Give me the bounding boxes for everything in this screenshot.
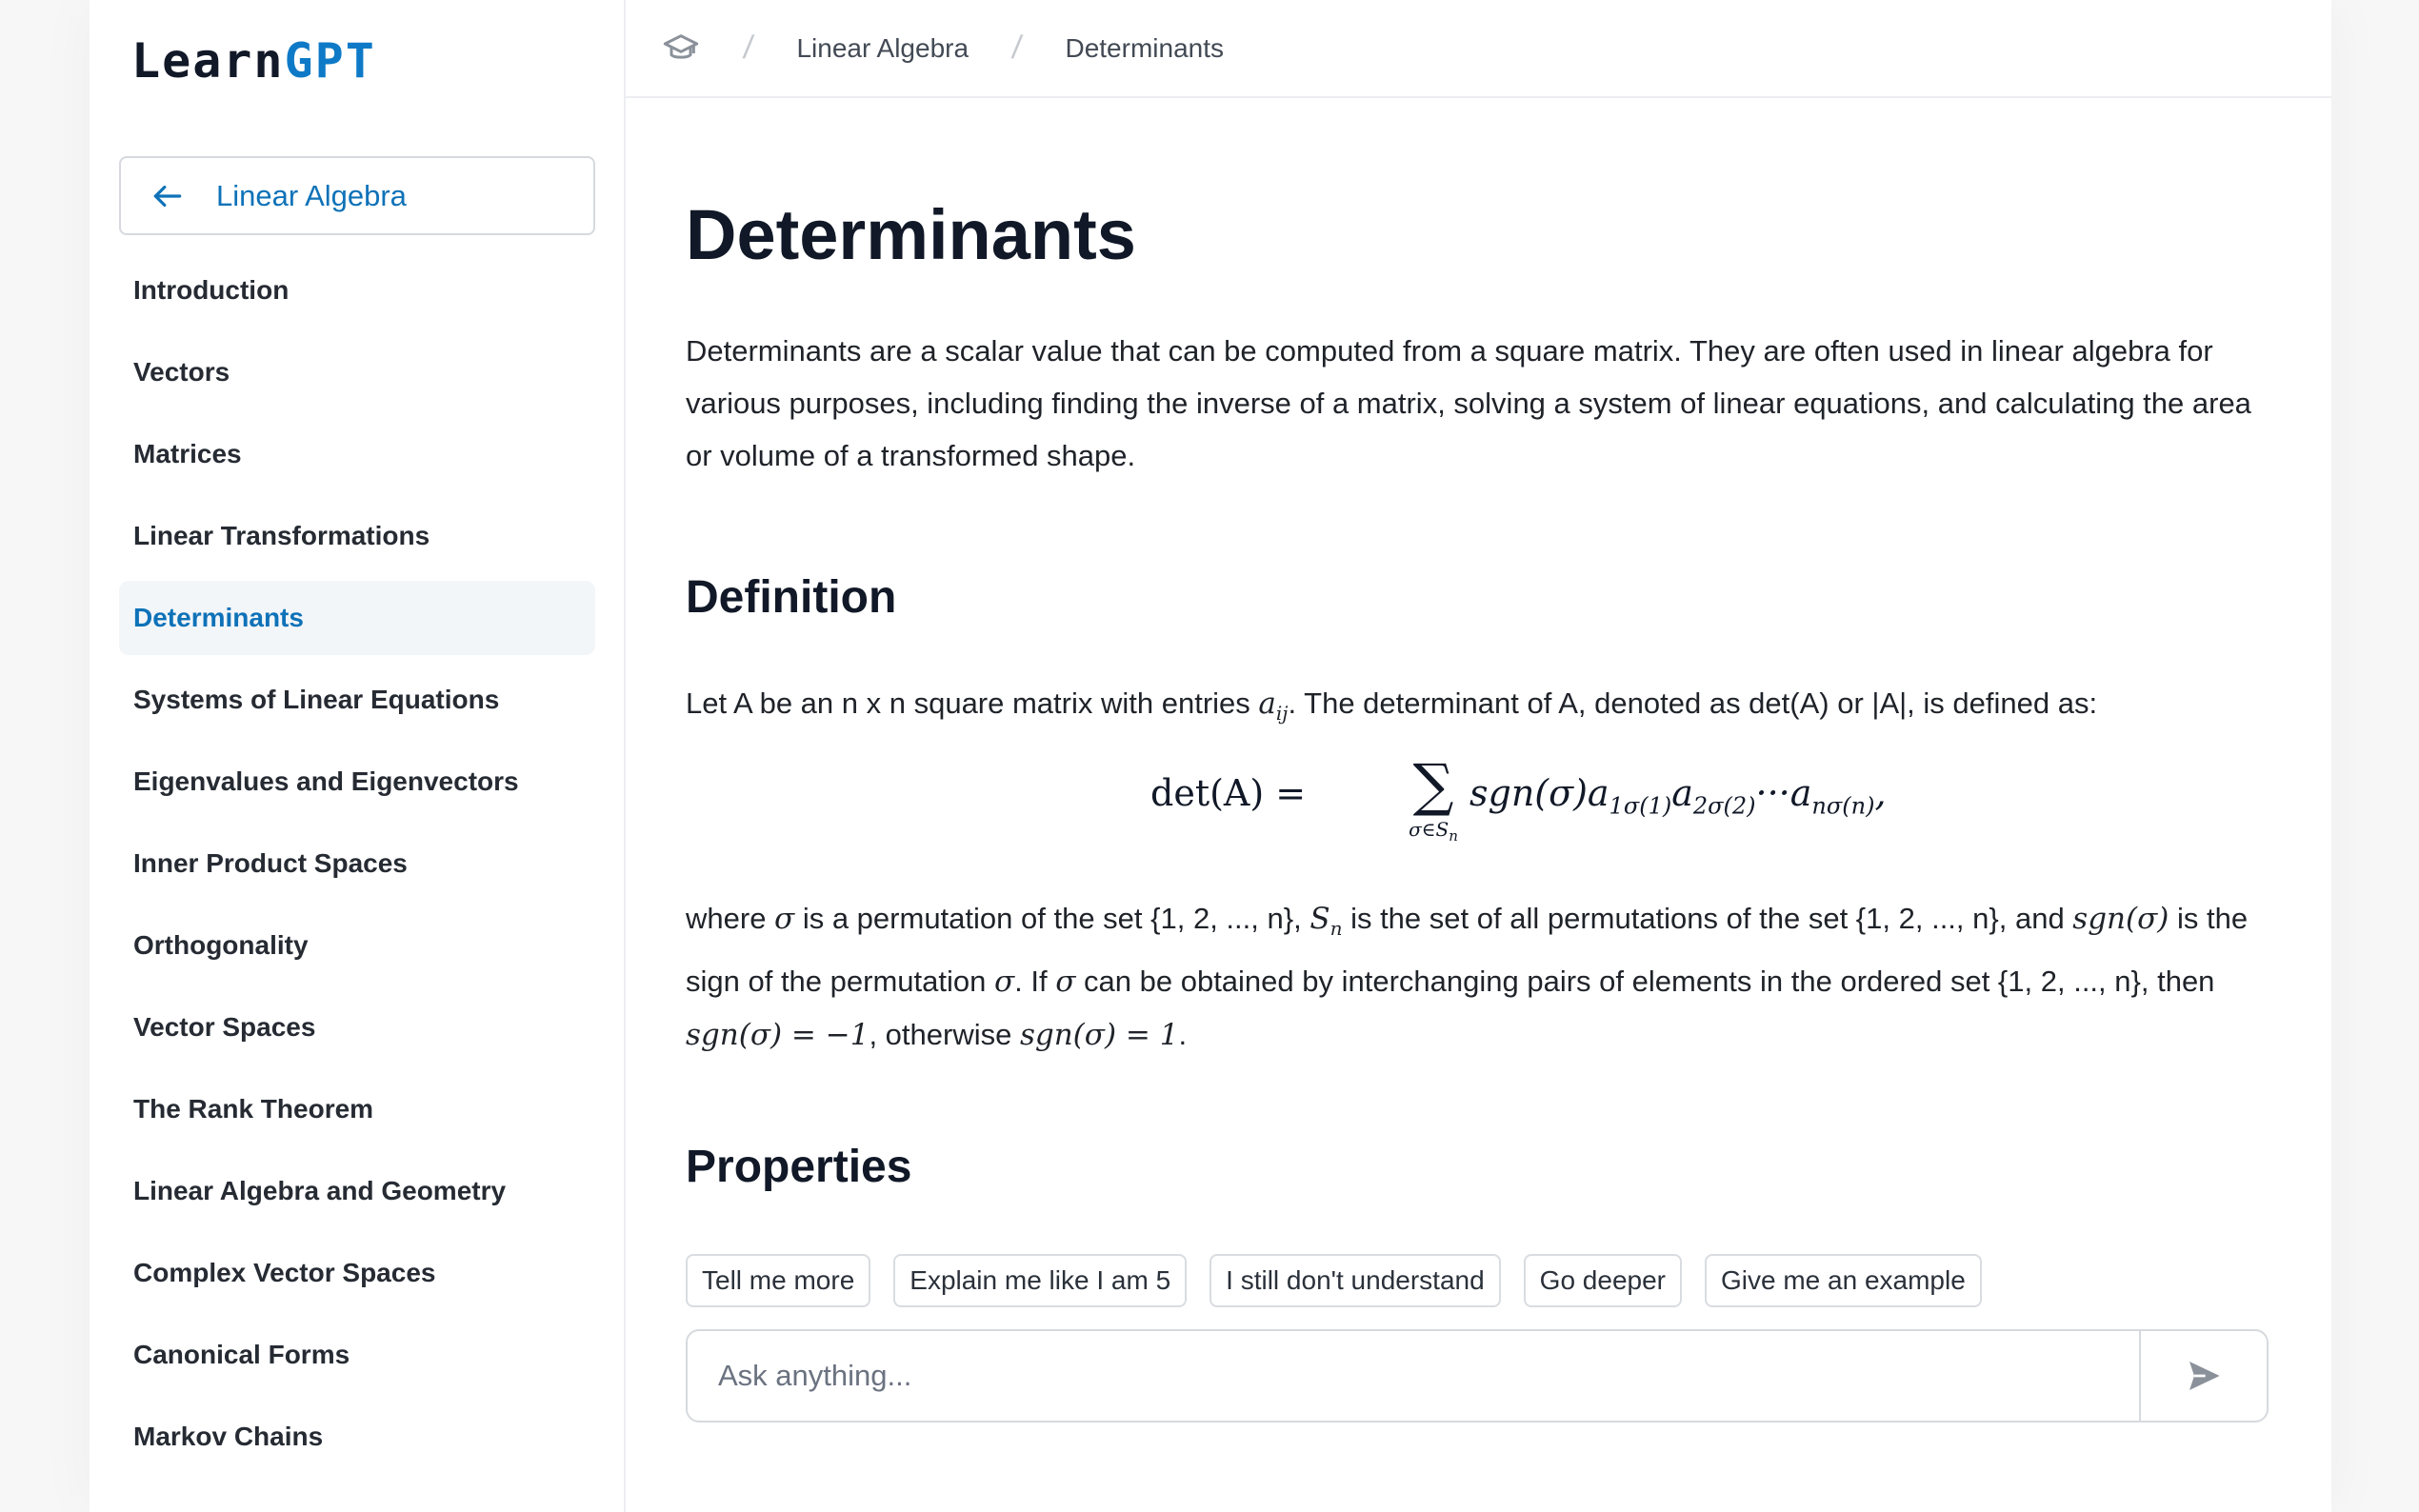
quick-reply-chips: Tell me more Explain me like I am 5 I st… [686,1254,1982,1307]
back-to-course-button[interactable]: Linear Algebra [119,156,595,235]
sidebar-item-inner-product-spaces[interactable]: Inner Product Spaces [119,826,595,901]
send-button[interactable] [2139,1331,2267,1421]
formula-sgn: sgn(σ) [1469,772,1588,814]
logo-part-learn: Learn [131,33,285,89]
sidebar-item-complex-vector-spaces[interactable]: Complex Vector Spaces [119,1236,595,1310]
sidebar-item-canonical-forms[interactable]: Canonical Forms [119,1318,595,1392]
where-text: , otherwise [869,1018,1020,1052]
sidebar-item-linear-transformations[interactable]: Linear Transformations [119,499,595,573]
sidebar-nav: Introduction Vectors Matrices Linear Tra… [119,253,595,1482]
formula-a2: a [1671,772,1693,814]
sidebar-item-eigenvalues-and-eigenvectors[interactable]: Eigenvalues and Eigenvectors [119,745,595,819]
sidebar-item-matrices[interactable]: Matrices [119,417,595,491]
breadcrumb-separator: / [1010,30,1025,66]
where-text: is a permutation of the set {1, 2, ..., … [794,902,1310,935]
sidebar-item-markov-chains[interactable]: Markov Chains [119,1400,595,1474]
determinant-formula: det(A) = ∑ σ∈Sn sgn(σ)a1σ(1)a2σ(2)···anσ… [686,755,2286,860]
properties-heading: Properties [686,1142,912,1192]
breadcrumb-determinants[interactable]: Determinants [1065,33,1224,64]
math-s: S [1309,902,1330,936]
math-sgn-positive: sgn(σ) = 1 [1019,1018,1179,1053]
math-sigma: σ [774,902,795,936]
chip-give-example[interactable]: Give me an example [1705,1254,1982,1307]
breadcrumb: / Linear Algebra / Determinants [626,0,2331,98]
formula-a1: a [1587,772,1609,814]
sidebar: LearnGPT Linear Algebra Introduction Vec… [90,0,626,1512]
formula-comma: , [1874,772,1887,814]
formula-subn: nσ(n) [1811,792,1875,820]
formula-dots: ··· [1755,772,1790,814]
sum-symbol: ∑ [1412,752,1454,819]
logo[interactable]: LearnGPT [131,32,376,90]
math-a: a [1258,686,1276,721]
where-text: . [1178,1018,1188,1052]
math-sigma: σ [993,965,1015,1000]
formula-expression: det(A) = [1150,772,1306,814]
formula-an: a [1789,772,1812,814]
breadcrumb-linear-algebra[interactable]: Linear Algebra [796,33,969,64]
sidebar-item-orthogonality[interactable]: Orthogonality [119,908,595,983]
math-sgn-sigma: sgn(σ) [2072,902,2169,936]
where-text: . If [1014,965,1056,999]
app-window: LearnGPT Linear Algebra Introduction Vec… [90,0,2331,1512]
sidebar-item-introduction[interactable]: Introduction [119,253,595,328]
page-title: Determinants [686,195,1136,274]
formula-lhs: det(A) = [1150,772,1307,814]
intro-paragraph: Determinants are a scalar value that can… [686,334,2251,472]
sidebar-item-vector-spaces[interactable]: Vector Spaces [119,990,595,1064]
sidebar-item-determinants[interactable]: Determinants [119,581,595,655]
send-icon [2189,1362,2220,1390]
graduation-cap-icon[interactable] [662,30,700,68]
sidebar-item-systems-of-linear-equations[interactable]: Systems of Linear Equations [119,663,595,737]
sum-subscript-set: σ∈S [1409,818,1449,841]
definition-text: Let A be an n x n square matrix with ent… [686,686,1259,720]
sidebar-item-linear-algebra-and-geometry[interactable]: Linear Algebra and Geometry [119,1154,595,1228]
ask-box [686,1329,2269,1422]
math-aij: aij [1258,686,1288,725]
definition-text: . The determinant of A, denoted as det(A… [1288,686,2098,720]
logo-part-gpt: GPT [284,33,376,89]
math-ij: ij [1275,702,1289,726]
where-paragraph: where σ is a permutation of the set {1, … [686,892,2286,1062]
breadcrumb-separator: / [741,30,756,66]
chip-explain-like-5[interactable]: Explain me like I am 5 [893,1254,1188,1307]
sidebar-item-rank-theorem[interactable]: The Rank Theorem [119,1072,595,1146]
chip-still-dont-understand[interactable]: I still don't understand [1210,1254,1501,1307]
where-text: can be obtained by interchanging pairs o… [1075,965,2215,999]
math-n: n [1329,917,1343,941]
where-text: where [686,902,775,935]
formula-sub2: 2σ(2) [1692,792,1756,820]
math-sn: Sn [1309,902,1342,940]
math-sigma: σ [1055,965,1076,1000]
formula-product: sgn(σ)a1σ(1)a2σ(2)···anσ(n), [1469,772,1887,820]
sum-subscript-n: n [1449,827,1458,845]
definition-paragraph: Let A be an n x n square matrix with ent… [686,677,2286,740]
where-text: is the set of all permutations of the se… [1342,902,2073,935]
chip-go-deeper[interactable]: Go deeper [1523,1254,1682,1307]
math-sgn-negative: sgn(σ) = −1 [686,1018,870,1053]
definition-heading: Definition [686,572,897,623]
formula-sub1: 1σ(1) [1609,792,1672,820]
sidebar-item-vectors[interactable]: Vectors [119,335,595,409]
arrow-left-icon [153,185,182,207]
chip-tell-me-more[interactable]: Tell me more [686,1254,871,1307]
back-button-label: Linear Algebra [216,178,407,212]
formula-sum: ∑ σ∈Sn [1400,755,1467,849]
sum-subscript: σ∈Sn [1400,816,1467,849]
ask-input[interactable] [688,1331,2139,1421]
